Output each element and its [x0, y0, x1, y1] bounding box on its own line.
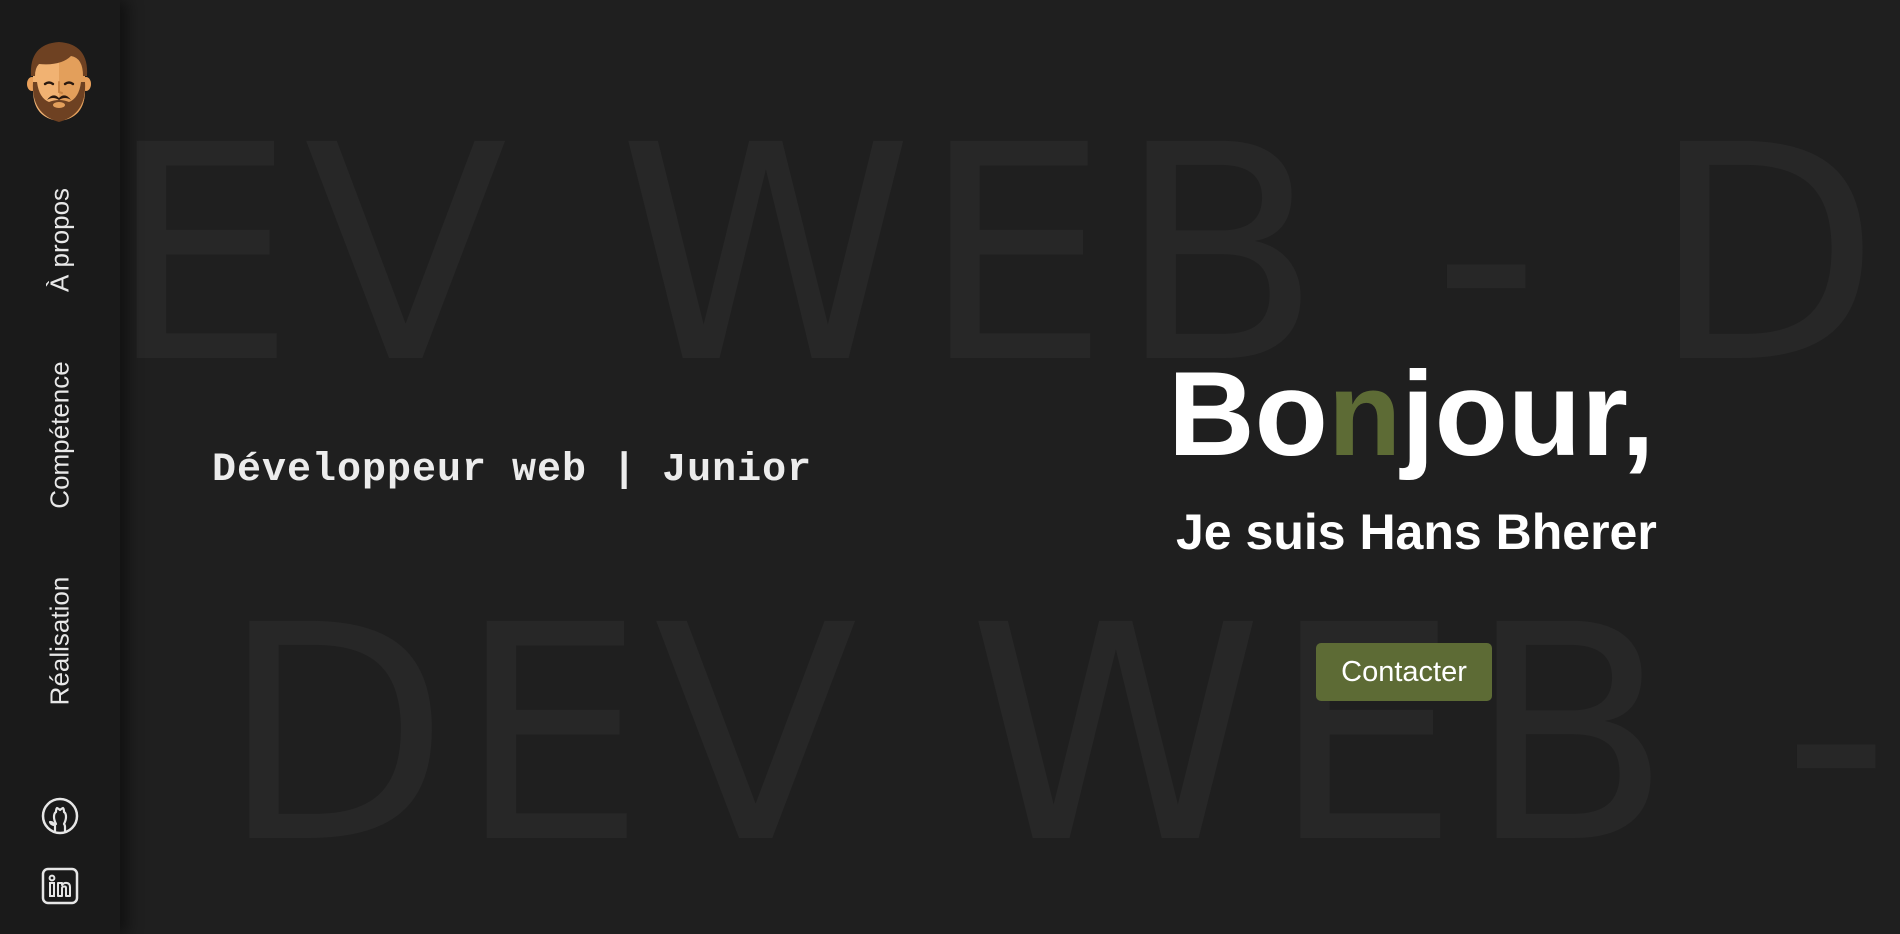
linkedin-link[interactable] — [40, 866, 80, 906]
hero-tagline: Développeur web | Junior — [212, 448, 813, 493]
greeting-part-2: jour, — [1401, 347, 1655, 481]
sidebar-item-a-propos[interactable]: À propos — [45, 188, 76, 292]
background-watermark-top: DEV WEB - DEV WEB - DEV WEB — [0, 136, 1900, 376]
avatar[interactable] — [27, 38, 91, 122]
sidebar: À propos Compétence Réalisation — [0, 0, 120, 934]
sidebar-item-realisation[interactable]: Réalisation — [45, 577, 76, 706]
hero-greeting: Bonjour, — [1168, 344, 1655, 484]
sidebar-item-competence[interactable]: Compétence — [45, 361, 76, 508]
greeting-accent-letter: n — [1327, 347, 1402, 481]
bearded-man-avatar-icon — [27, 42, 91, 122]
github-link[interactable] — [40, 796, 80, 836]
background-watermark-bottom: DEV WEB - DEV WEB - DEV WEB — [220, 616, 1900, 856]
linkedin-icon — [41, 867, 79, 905]
greeting-part-1: Bo — [1168, 347, 1328, 481]
hero-intro: Je suis Hans Bherer — [1176, 504, 1657, 560]
contact-button[interactable]: Contacter — [1316, 643, 1492, 701]
github-icon — [41, 797, 79, 835]
